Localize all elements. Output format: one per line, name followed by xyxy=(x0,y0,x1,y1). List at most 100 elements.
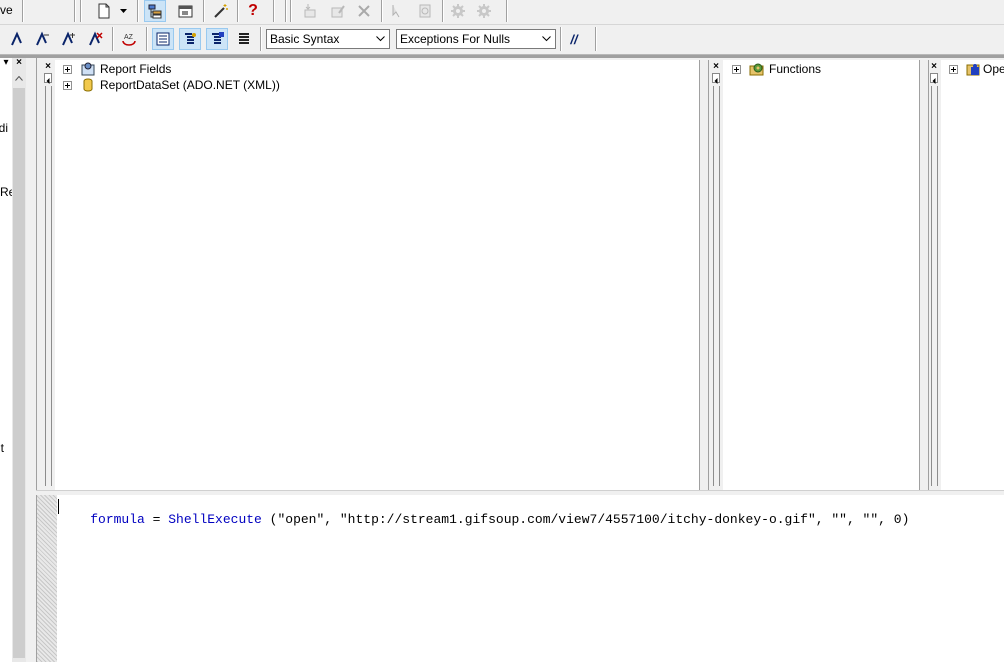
properties-button[interactable] xyxy=(175,0,197,22)
scroll-up-arrow-icon[interactable] xyxy=(12,70,26,86)
formula-line: formula = ShellExecute ("open", "http://… xyxy=(59,497,909,542)
tree-item-dataset[interactable]: ReportDataSet (ADO.NET (XML)) xyxy=(63,77,280,93)
edit-icon xyxy=(331,5,345,18)
tree-item-label: Functions xyxy=(769,62,822,76)
collapse-arrow-icon[interactable] xyxy=(930,73,938,84)
all-trees-icon xyxy=(239,33,249,44)
formula-editor[interactable]: formula = ShellExecute ("open", "http://… xyxy=(57,495,1004,662)
expand-icon[interactable] xyxy=(63,64,72,74)
insert-icon xyxy=(304,4,316,18)
tree-item-label: Oper xyxy=(983,62,1004,76)
prev-bookmark-button[interactable] xyxy=(57,28,79,50)
report-fields-icon xyxy=(80,61,96,77)
edit-button[interactable] xyxy=(327,0,349,22)
bookmark-icon xyxy=(11,31,22,46)
browse-icon xyxy=(419,4,431,18)
help-icon: ? xyxy=(248,2,258,19)
browse-button[interactable] xyxy=(414,0,436,22)
wand-icon xyxy=(214,4,228,18)
show-functions-button[interactable] xyxy=(179,28,201,50)
sidebar-close-icon[interactable]: ▾ xyxy=(0,58,12,68)
insert-button[interactable] xyxy=(299,0,321,22)
sidebar-fragment: Re xyxy=(0,185,12,199)
bookmark-button[interactable] xyxy=(5,28,27,50)
tree-item-operators[interactable]: Oper xyxy=(949,61,1004,77)
chevron-down-icon xyxy=(372,30,389,48)
show-operators-button[interactable] xyxy=(206,28,228,50)
gear-folder-icon xyxy=(749,61,765,77)
pane-splitter[interactable] xyxy=(699,60,709,490)
tree-item-label: Report Fields xyxy=(100,62,172,76)
new-icon xyxy=(98,3,110,19)
assign-operator: = xyxy=(144,512,169,527)
expand-icon[interactable] xyxy=(63,80,72,90)
new-formula-button[interactable] xyxy=(93,0,115,22)
delete-button[interactable] xyxy=(353,0,375,22)
function-name: ShellExecute xyxy=(168,512,262,527)
tree-view-icon xyxy=(148,4,162,19)
close-icon[interactable]: × xyxy=(43,62,53,72)
operator-tree-grip[interactable]: × xyxy=(929,62,939,488)
sidebar-scrollbar[interactable] xyxy=(12,58,26,662)
operator-tree-pane: Oper xyxy=(941,60,1004,490)
next-bookmark-icon xyxy=(36,31,49,46)
truncated-toolbar-label: ve xyxy=(0,3,13,17)
field-tree-pane: Report Fields ReportDataSet (ADO.NET (XM… xyxy=(55,60,699,490)
toolbar-divider xyxy=(0,55,1004,58)
gear-icon xyxy=(451,4,465,18)
top-toolbar: ve ? xyxy=(0,0,1004,25)
pane-splitter[interactable] xyxy=(919,60,929,490)
help-button[interactable]: ? xyxy=(242,0,264,22)
settings-gear-button[interactable] xyxy=(473,0,495,22)
toggle-tree-button[interactable] xyxy=(144,0,166,22)
formula-keyword: formula xyxy=(90,512,145,527)
properties-icon xyxy=(178,5,193,18)
svg-text:AZ: AZ xyxy=(124,34,134,41)
close-icon[interactable]: × xyxy=(711,62,721,72)
gear2-icon xyxy=(477,4,491,18)
sort-az-icon: AZ xyxy=(122,34,136,46)
close-icon[interactable]: × xyxy=(929,62,939,72)
function-arguments: ("open", "http://stream1.gifsoup.com/vie… xyxy=(261,512,910,527)
collapse-arrow-icon[interactable] xyxy=(44,73,52,84)
clear-bookmarks-icon xyxy=(89,31,103,46)
function-tree-pane: Functions xyxy=(723,60,919,490)
text-cursor xyxy=(58,499,59,514)
collapse-arrow-icon[interactable] xyxy=(712,73,720,84)
find-icon xyxy=(392,5,400,18)
show-fields-button[interactable] xyxy=(152,28,174,50)
sidebar-close-x-icon[interactable]: × xyxy=(14,58,24,68)
functions-tree-icon xyxy=(185,33,196,44)
delete-icon xyxy=(358,5,370,17)
field-tree-grip[interactable]: × xyxy=(43,62,53,488)
run-gear-button[interactable] xyxy=(447,0,469,22)
show-all-button[interactable] xyxy=(233,28,255,50)
tree-item-report-fields[interactable]: Report Fields xyxy=(63,61,171,77)
nulls-select[interactable]: Exceptions For Nulls xyxy=(396,29,556,49)
expert-wand-button[interactable] xyxy=(210,0,232,22)
fields-tree-icon xyxy=(156,32,170,46)
nulls-select-value: Exceptions For Nulls xyxy=(400,32,511,46)
next-bookmark-button[interactable] xyxy=(31,28,53,50)
new-dropdown-button[interactable] xyxy=(117,0,131,22)
sidebar-fragment: ddi xyxy=(0,121,9,135)
chevron-down-icon xyxy=(538,30,555,48)
sort-button[interactable]: AZ xyxy=(118,28,140,50)
workshop-sidebar: ddi n Re nt xyxy=(0,58,12,662)
puzzle-icon xyxy=(966,61,982,77)
editor-gutter xyxy=(36,495,58,662)
tree-item-functions[interactable]: Functions xyxy=(732,61,821,77)
comment-button[interactable]: // xyxy=(563,28,585,50)
prev-bookmark-icon xyxy=(62,31,75,46)
scroll-thumb[interactable] xyxy=(13,88,25,658)
expand-icon[interactable] xyxy=(949,64,958,74)
clear-bookmarks-button[interactable] xyxy=(84,28,106,50)
function-tree-grip[interactable]: × xyxy=(711,62,721,488)
operators-tree-icon xyxy=(212,32,224,44)
syntax-select[interactable]: Basic Syntax xyxy=(266,29,390,49)
expand-icon[interactable] xyxy=(732,64,741,74)
sidebar-fragment: nt xyxy=(0,441,5,455)
syntax-toolbar: AZ Basic Syntax Exceptions For Nulls // xyxy=(0,25,1004,55)
dropdown-arrow-icon xyxy=(120,9,127,13)
find-button[interactable] xyxy=(386,0,408,22)
